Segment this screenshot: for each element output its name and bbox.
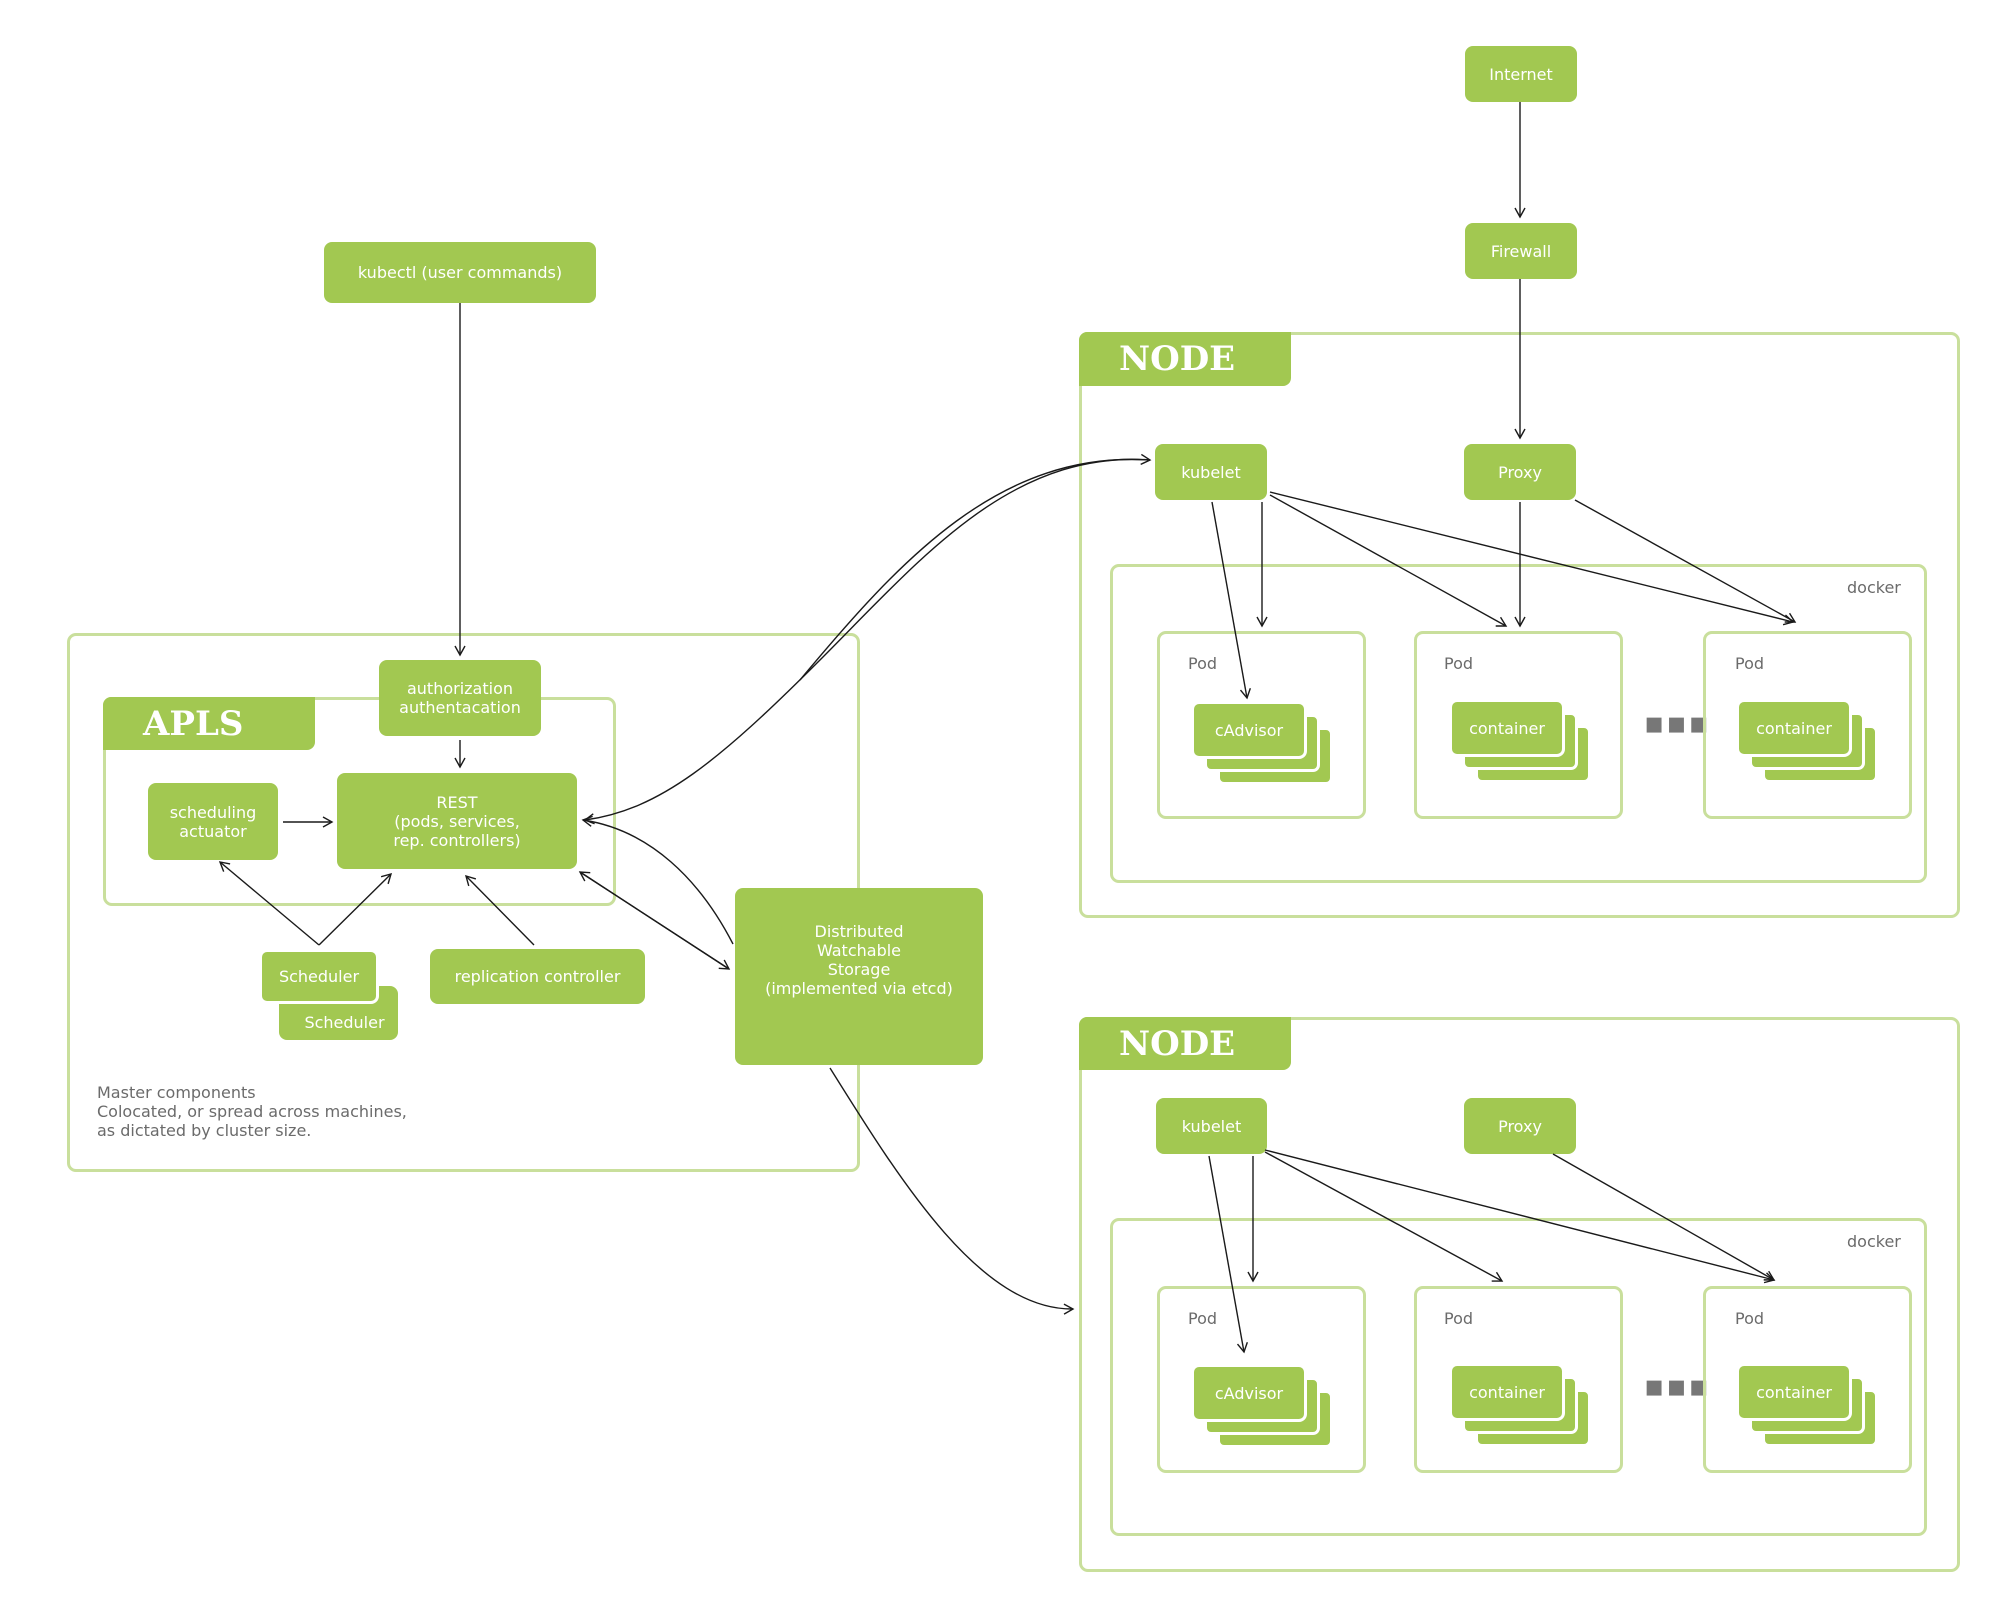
more-pods-ellipsis: ▪▪▪	[1644, 1369, 1711, 1404]
container-card[interactable]: container	[1736, 699, 1852, 757]
kubelet-node-1[interactable]: kubelet	[1155, 444, 1267, 500]
pod-label: Pod	[1188, 1309, 1218, 1328]
kubectl-node[interactable]: kubectl (user commands)	[324, 242, 596, 303]
rest-node[interactable]: REST (pods, services, rep. controllers)	[337, 773, 577, 869]
firewall-node[interactable]: Firewall	[1465, 223, 1577, 279]
node-title-1: NODE	[1079, 332, 1291, 386]
pod-label: Pod	[1188, 654, 1218, 673]
kubelet-node-2[interactable]: kubelet	[1156, 1098, 1267, 1154]
scheduling-actuator-node[interactable]: scheduling actuator	[148, 783, 278, 860]
docker-label-2: docker	[1847, 1232, 1901, 1251]
replication-controller-node[interactable]: replication controller	[430, 949, 645, 1004]
container-card[interactable]: container	[1736, 1363, 1852, 1421]
pod-label: Pod	[1444, 654, 1474, 673]
arrow-storage-node2	[829, 1067, 1075, 1315]
master-note-line2: Colocated, or spread across machines,	[97, 1102, 407, 1121]
apls-title: APLS	[103, 697, 315, 750]
auth-node[interactable]: authorization authentacation	[379, 660, 541, 736]
pod-label: Pod	[1735, 654, 1765, 673]
proxy-node-1[interactable]: Proxy	[1464, 444, 1576, 500]
internet-node[interactable]: Internet	[1465, 46, 1577, 102]
pod-label: Pod	[1735, 1309, 1765, 1328]
master-note-line1: Master components	[97, 1083, 256, 1102]
cadvisor-card-1[interactable]: cAdvisor	[1191, 701, 1307, 759]
scheduler-node-front[interactable]: Scheduler	[259, 949, 379, 1004]
master-note-line3: as dictated by cluster size.	[97, 1121, 312, 1140]
proxy-node-2[interactable]: Proxy	[1464, 1098, 1576, 1154]
more-pods-ellipsis: ▪▪▪	[1644, 706, 1711, 741]
docker-label-1: docker	[1847, 578, 1901, 597]
master-note: Master components Colocated, or spread a…	[97, 1083, 407, 1140]
storage-node[interactable]: Distributed Watchable Storage (implement…	[735, 888, 983, 1065]
container-card[interactable]: container	[1449, 1363, 1565, 1421]
cadvisor-card-2[interactable]: cAdvisor	[1191, 1364, 1307, 1422]
pod-label: Pod	[1444, 1309, 1474, 1328]
container-card[interactable]: container	[1449, 699, 1565, 757]
node-title-2: NODE	[1079, 1017, 1291, 1070]
